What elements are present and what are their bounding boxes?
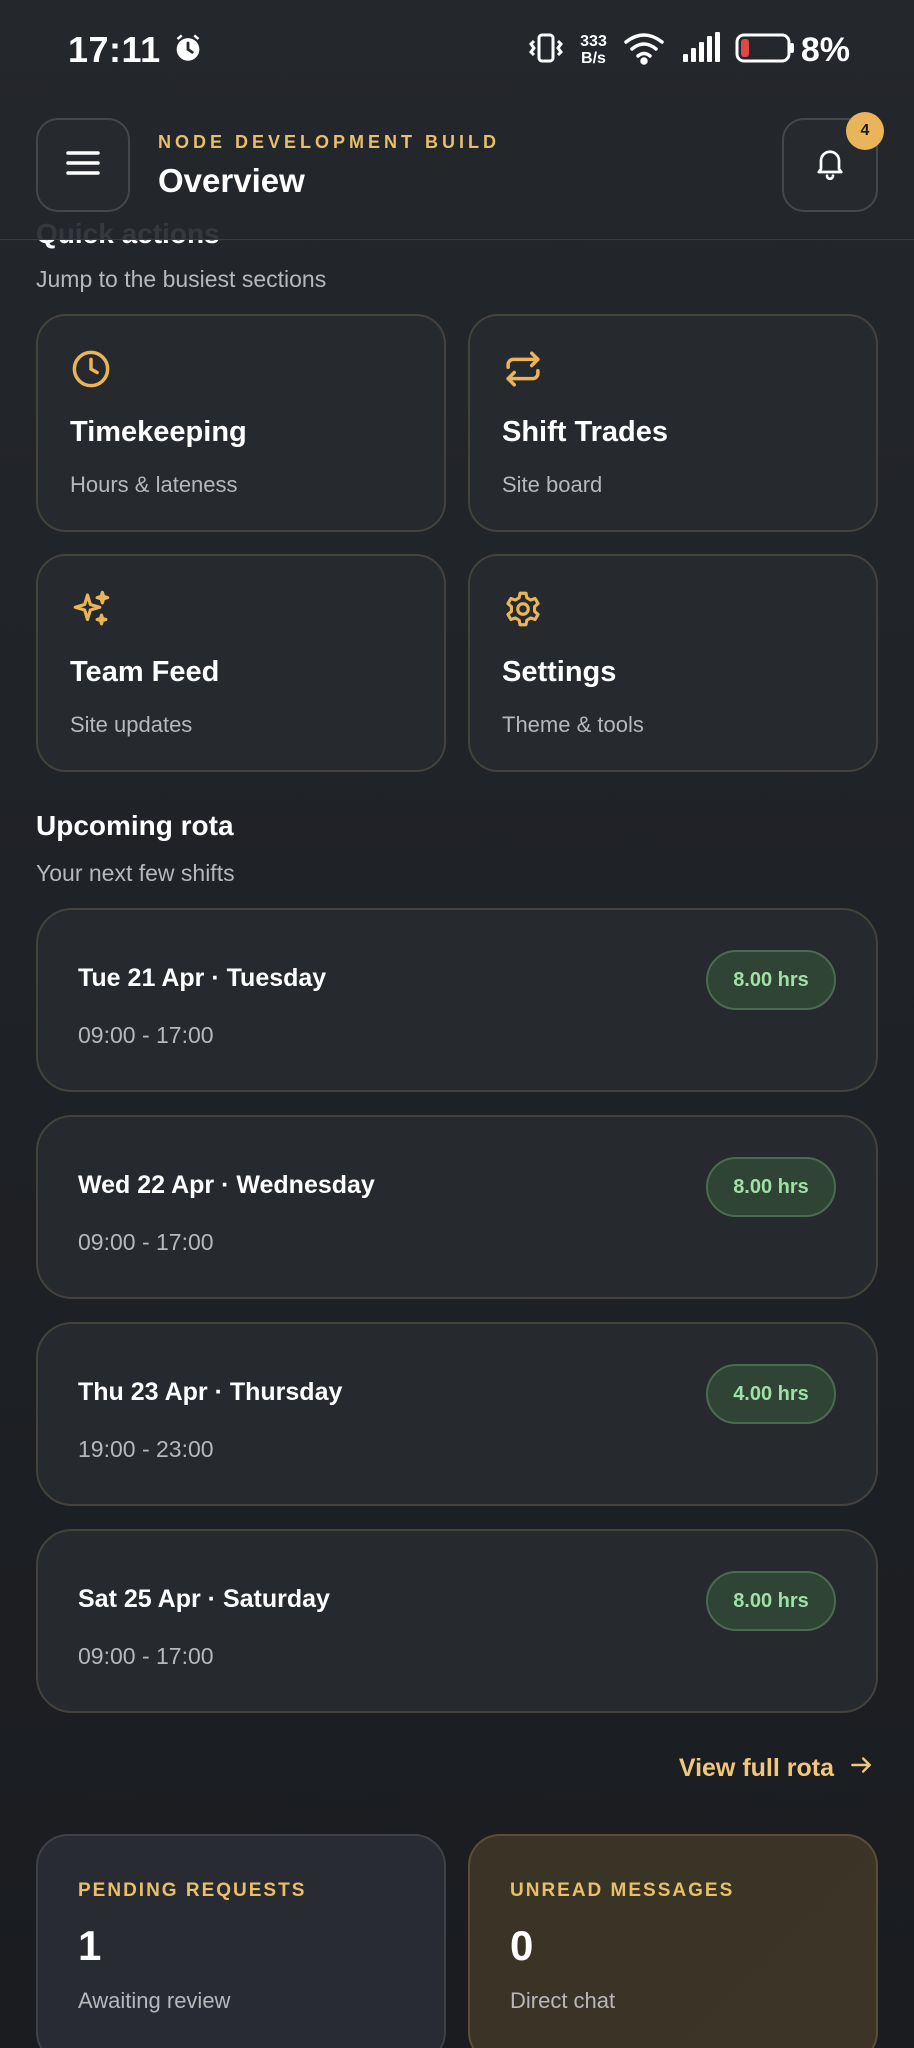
page-title: Overview (158, 162, 305, 199)
shift-date: Tue 21 Apr · Tuesday (78, 964, 327, 992)
app-header: NODE DEVELOPMENT BUILD Overview (0, 100, 914, 240)
shift-time: 09:00 - 17:00 (78, 1229, 214, 1255)
vibrate-icon (526, 31, 566, 70)
gear-icon (502, 588, 544, 635)
shift-time: 09:00 - 17:00 (78, 1643, 214, 1669)
stat-label: UNREAD MESSAGES (510, 1880, 735, 1901)
shift-hours-badge: 4.00 hrs (706, 1364, 836, 1424)
shift-hours-badge: 8.00 hrs (706, 950, 836, 1010)
stat-value: 0 (510, 1922, 534, 1969)
quick-action-settings[interactable]: Settings Theme & tools (468, 554, 878, 772)
clock-icon (70, 348, 112, 395)
quick-action-subtitle: Site updates (70, 712, 193, 737)
quick-action-subtitle: Theme & tools (502, 712, 644, 737)
hamburger-icon (66, 149, 100, 182)
battery-icon (735, 32, 795, 69)
stat-subtitle: Direct chat (510, 1988, 616, 2013)
shift-hours-badge: 8.00 hrs (706, 1571, 836, 1631)
quick-action-title: Shift Trades (502, 416, 668, 448)
bell-icon (812, 144, 848, 187)
arrow-right-icon (848, 1752, 874, 1785)
view-full-rota-label: View full rota (678, 1754, 834, 1782)
header-eyebrow: NODE DEVELOPMENT BUILD (158, 132, 501, 152)
shift-hours-badge: 8.00 hrs (706, 1157, 836, 1217)
quick-action-title: Team Feed (70, 656, 220, 688)
shift-time: 09:00 - 17:00 (78, 1022, 214, 1048)
quick-action-subtitle: Hours & lateness (70, 472, 238, 497)
unread-messages-card[interactable]: UNREAD MESSAGES 0 Direct chat (468, 1834, 878, 2048)
quick-action-title: Settings (502, 656, 617, 688)
quick-action-team-feed[interactable]: Team Feed Site updates (36, 554, 446, 772)
status-time: 17:11 (68, 29, 161, 70)
rota-shift-card[interactable]: Sat 25 Apr · Saturday 09:00 - 17:00 8.00… (36, 1529, 878, 1713)
swap-icon (502, 348, 544, 395)
view-full-rota-link[interactable]: View full rota (679, 1752, 874, 1785)
signal-icon (681, 31, 721, 69)
quick-action-subtitle: Site board (502, 472, 603, 497)
quick-actions-subtitle: Jump to the busiest sections (36, 266, 327, 292)
stat-label: PENDING REQUESTS (78, 1880, 307, 1901)
sparkles-icon (70, 588, 112, 635)
quick-action-shift-trades[interactable]: Shift Trades Site board (468, 314, 878, 532)
battery-percent: 8% (800, 30, 850, 69)
shift-date: Sat 25 Apr · Saturday (78, 1585, 330, 1613)
shift-time: 19:00 - 23:00 (78, 1436, 214, 1462)
notification-badge: 4 (846, 112, 884, 150)
shift-date: Thu 23 Apr · Thursday (78, 1378, 343, 1406)
shift-date: Wed 22 Apr · Wednesday (78, 1171, 375, 1199)
quick-action-title: Timekeeping (70, 416, 247, 448)
rota-shift-card[interactable]: Wed 22 Apr · Wednesday 09:00 - 17:00 8.0… (36, 1115, 878, 1299)
status-bar: 17:11 333 B/s 8% (0, 0, 914, 100)
alarm-icon (171, 31, 205, 70)
rota-shift-card[interactable]: Tue 21 Apr · Tuesday 09:00 - 17:00 8.00 … (36, 908, 878, 1092)
pending-requests-card[interactable]: PENDING REQUESTS 1 Awaiting review (36, 1834, 446, 2048)
menu-button[interactable] (36, 118, 130, 212)
stat-value: 1 (78, 1922, 102, 1969)
stat-subtitle: Awaiting review (78, 1988, 231, 2013)
rota-shift-card[interactable]: Thu 23 Apr · Thursday 19:00 - 23:00 4.00… (36, 1322, 878, 1506)
rota-heading: Upcoming rota (36, 810, 234, 841)
wifi-icon (621, 30, 667, 71)
rota-subtitle: Your next few shifts (36, 860, 235, 886)
quick-action-timekeeping[interactable]: Timekeeping Hours & lateness (36, 314, 446, 532)
network-speed: 333 B/s (580, 33, 607, 67)
